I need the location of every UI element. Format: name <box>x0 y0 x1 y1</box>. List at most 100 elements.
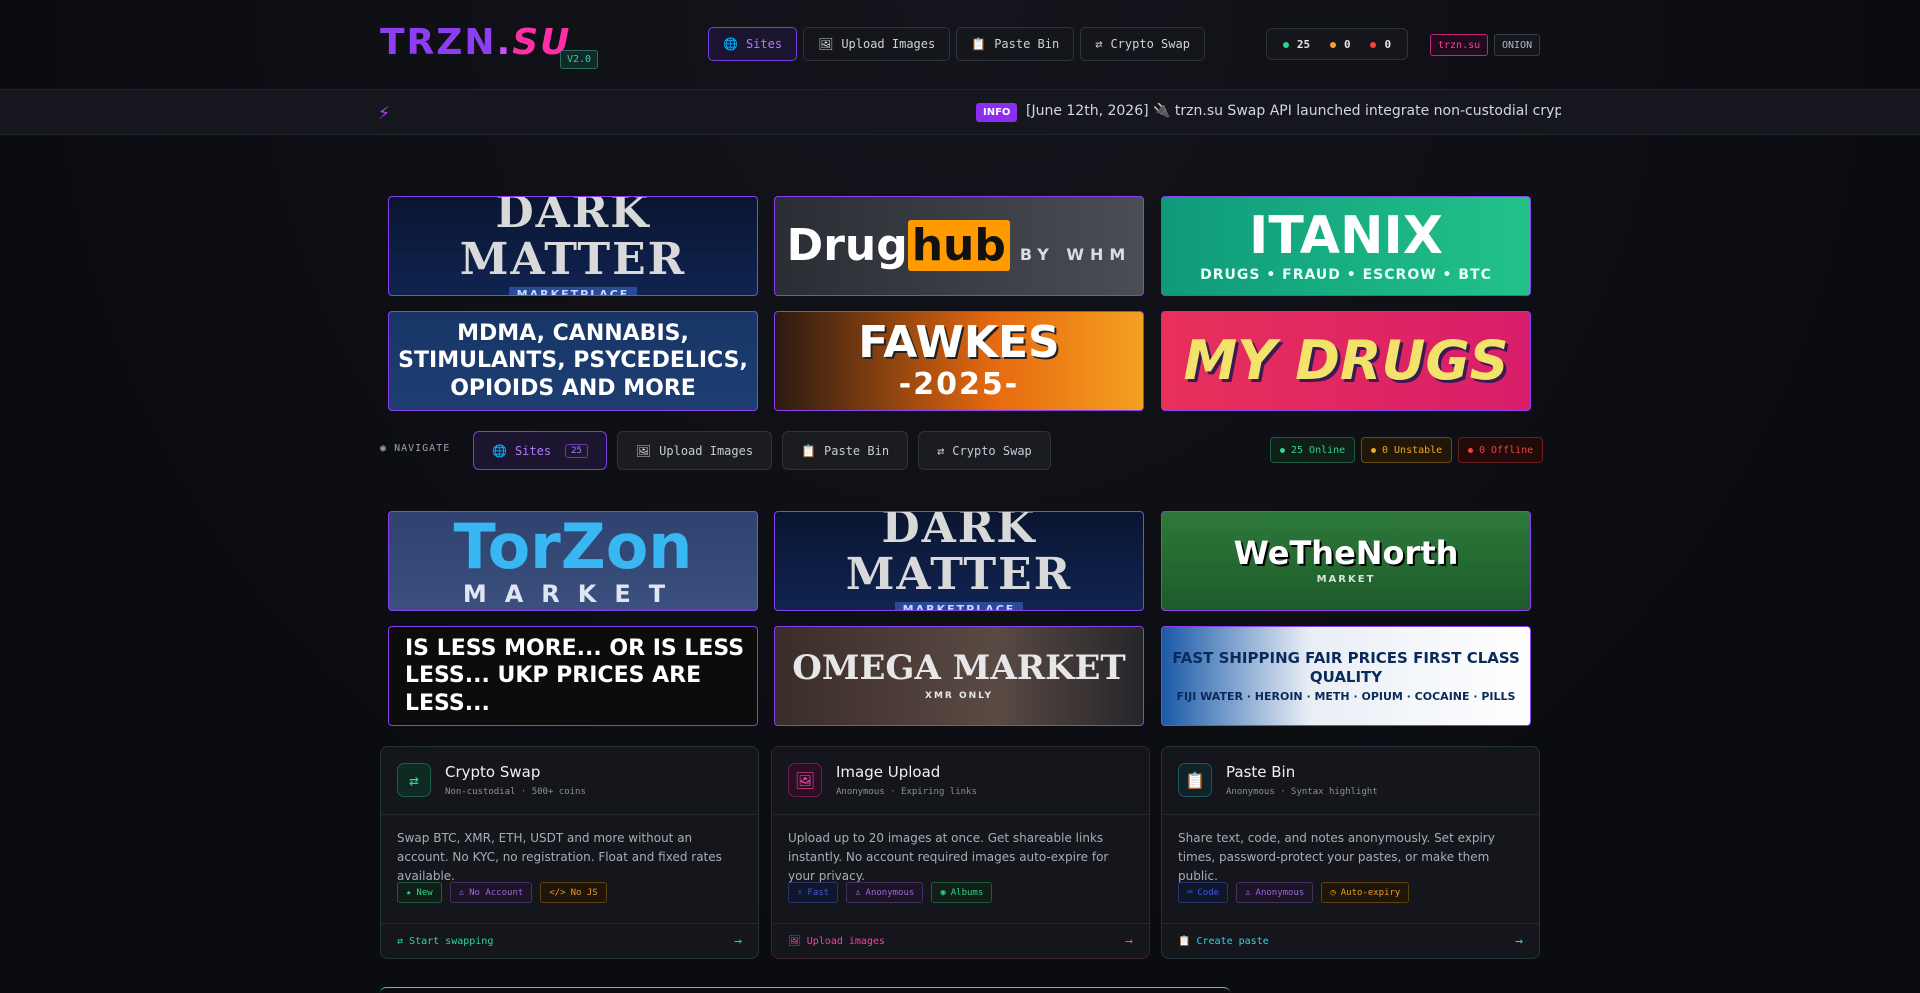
card-tags: ⚡ Fast ♙ Anonymous ◉ Albums <box>788 882 993 903</box>
unstable-dot-icon <box>1329 41 1336 48</box>
topnav-swap-button[interactable]: ⇄ Crypto Swap <box>1080 27 1205 61</box>
bolt-icon: ⚡ <box>797 887 803 898</box>
paste-icon: 📋 <box>801 443 817 458</box>
swap-icon: ⇄ <box>397 763 431 797</box>
next-section-edge <box>380 987 1230 993</box>
navigate-bar: 🌐 Sites 25 🖼 Upload Images 📋 Paste Bin ⇄… <box>473 431 1051 470</box>
crypto-swap-card[interactable]: ⇄ Crypto Swap Non-custodial · 500+ coins… <box>380 746 759 959</box>
nav-paste-button[interactable]: 📋 Paste Bin <box>782 431 909 470</box>
tag-no-account: ♙ No Account <box>449 882 533 903</box>
globe-icon: 🌐 <box>723 37 738 51</box>
image-icon: 🖼 <box>818 37 834 51</box>
logo-main: TRZN <box>380 22 497 63</box>
paste-icon: 📋 <box>1178 936 1191 947</box>
tag-no-js: </> No JS <box>540 882 607 903</box>
card-title: Paste Bin <box>1226 763 1296 781</box>
nav-upload-button[interactable]: 🖼 Upload Images <box>616 431 773 470</box>
card-footer[interactable]: 📋 Create paste → <box>1162 923 1539 959</box>
card-subtitle: Anonymous · Syntax highlight <box>1226 787 1378 797</box>
card-tags: ⌨ Code ♙ Anonymous ◷ Auto-expiry <box>1178 882 1410 903</box>
clearnet-domain-link[interactable]: trzn.su <box>1430 34 1489 56</box>
nav-sites-button[interactable]: 🌐 Sites 25 <box>473 431 607 470</box>
banner-omega-market[interactable]: OMEGA MARKET XMR ONLY <box>774 626 1144 726</box>
globe-icon: 🌐 <box>492 443 507 458</box>
onion-domain-link[interactable]: ONION <box>1494 34 1541 56</box>
code-icon: </> <box>549 887 566 898</box>
star-icon: ★ <box>406 887 412 898</box>
tag-auto-expiry: ◷ Auto-expiry <box>1321 882 1410 903</box>
lightning-icon: ⚡ <box>378 100 391 124</box>
card-subtitle: Non-custodial · 500+ coins <box>445 787 586 797</box>
clock-icon: ◷ <box>1330 887 1336 898</box>
banner-dark-matter-2[interactable]: DARK MATTER MARKETPLACE <box>774 511 1144 611</box>
unstable-dot-icon <box>1371 447 1376 453</box>
card-description: Upload up to 20 images at once. Get shar… <box>788 831 1109 883</box>
tag-anonymous: ♙ Anonymous <box>846 882 924 903</box>
card-description: Swap BTC, XMR, ETH, USDT and more withou… <box>397 831 722 883</box>
unstable-status-pill: 0 Unstable <box>1361 437 1453 463</box>
card-header: 📋 Paste Bin Anonymous · Syntax highlight <box>1162 747 1539 815</box>
topnav-upload-label: Upload Images <box>841 37 936 51</box>
upload-images-link[interactable]: 🖼 Upload images <box>788 936 885 947</box>
tag-code: ⌨ Code <box>1178 882 1229 903</box>
topnav-paste-button[interactable]: 📋 Paste Bin <box>956 27 1075 61</box>
banner-ukp[interactable]: IS LESS MORE... OR IS LESS LESS... UKP P… <box>388 626 758 726</box>
arrow-right-icon[interactable]: → <box>1125 934 1133 949</box>
top-nav: 🌐 Sites 🖼 Upload Images 📋 Paste Bin ⇄ Cr… <box>708 27 1205 61</box>
image-icon: 🖼 <box>788 763 822 797</box>
card-description: Share text, code, and notes anonymously.… <box>1178 831 1495 883</box>
offline-dot-icon <box>1370 41 1377 48</box>
swap-icon: ⇄ <box>397 936 404 947</box>
start-swapping-link[interactable]: ⇄ Start swapping <box>397 936 493 947</box>
online-dot-icon <box>1282 41 1289 48</box>
tag-anonymous: ♙ Anonymous <box>1236 882 1314 903</box>
banner-drughub[interactable]: Drughub BY WHM <box>774 196 1144 296</box>
paste-bin-card[interactable]: 📋 Paste Bin Anonymous · Syntax highlight… <box>1161 746 1540 959</box>
card-subtitle: Anonymous · Expiring links <box>836 787 977 797</box>
card-footer[interactable]: 🖼 Upload images → <box>772 923 1149 959</box>
swap-icon: ⇄ <box>937 443 945 458</box>
offline-status-pill: 0 Offline <box>1458 437 1544 463</box>
topnav-paste-label: Paste Bin <box>994 37 1060 51</box>
banner-mydrugs[interactable]: MY DRUGS <box>1161 311 1531 411</box>
tag-new: ★ New <box>397 882 442 903</box>
user-icon: ♙ <box>458 887 465 898</box>
banner-mdma[interactable]: MDMA, CANNABIS, STIMULANTS, PSYCEDELICS,… <box>388 311 758 411</box>
banner-fawkes[interactable]: FAWKES -2025- <box>774 311 1144 411</box>
arrow-right-icon[interactable]: → <box>1515 934 1523 949</box>
site-logo[interactable]: TRZN.SU <box>380 22 571 63</box>
user-icon: ♙ <box>855 887 861 898</box>
ticker-text: [June 12th, 2026] 🔌 trzn.su Swap API lau… <box>1026 103 1561 119</box>
banner-traplord[interactable]: FAST SHIPPING FAIR PRICES FIRST CLASS QU… <box>1161 626 1531 726</box>
status-unstable: 0 <box>1329 38 1351 51</box>
topnav-sites-button[interactable]: 🌐 Sites <box>708 27 798 61</box>
paste-icon: 📋 <box>971 37 987 51</box>
banner-wethenorth[interactable]: WeTheNorth MARKET <box>1161 511 1531 611</box>
status-online: 25 <box>1282 38 1310 51</box>
ticker-tag: INFO <box>976 103 1018 122</box>
topnav-upload-button[interactable]: 🖼 Upload Images <box>803 27 951 61</box>
version-badge: V2.0 <box>560 50 599 69</box>
image-icon: 🖼 <box>788 936 801 947</box>
topnav-sites-label: Sites <box>745 37 783 51</box>
status-summary: 25 0 0 <box>1266 28 1408 60</box>
card-footer[interactable]: ⇄ Start swapping → <box>381 923 758 959</box>
create-paste-link[interactable]: 📋 Create paste <box>1178 936 1269 947</box>
paste-icon: 📋 <box>1178 763 1212 797</box>
banner-dark-matter[interactable]: DARK MATTER MARKETPLACE <box>388 196 758 296</box>
navigate-label: ◉ NAVIGATE <box>380 443 451 454</box>
status-offline: 0 <box>1370 38 1391 51</box>
card-header: 🖼 Image Upload Anonymous · Expiring link… <box>772 747 1149 815</box>
banner-torzon[interactable]: TorZon MARKET <box>388 511 758 611</box>
banner-titanix[interactable]: ITANIX DRUGS • FRAUD • ESCROW • BTC <box>1161 196 1531 296</box>
arrow-right-icon[interactable]: → <box>734 934 742 949</box>
sites-count-badge: 25 <box>565 443 588 458</box>
user-icon: ♙ <box>1245 887 1251 898</box>
online-dot-icon <box>1280 447 1285 453</box>
compass-icon: ◉ <box>380 443 388 454</box>
image-upload-card[interactable]: 🖼 Image Upload Anonymous · Expiring link… <box>771 746 1150 959</box>
online-status-pill: 25 Online <box>1270 437 1356 463</box>
nav-swap-button[interactable]: ⇄ Crypto Swap <box>918 431 1051 470</box>
image-icon: 🖼 <box>635 443 652 458</box>
offline-dot-icon <box>1468 447 1473 453</box>
